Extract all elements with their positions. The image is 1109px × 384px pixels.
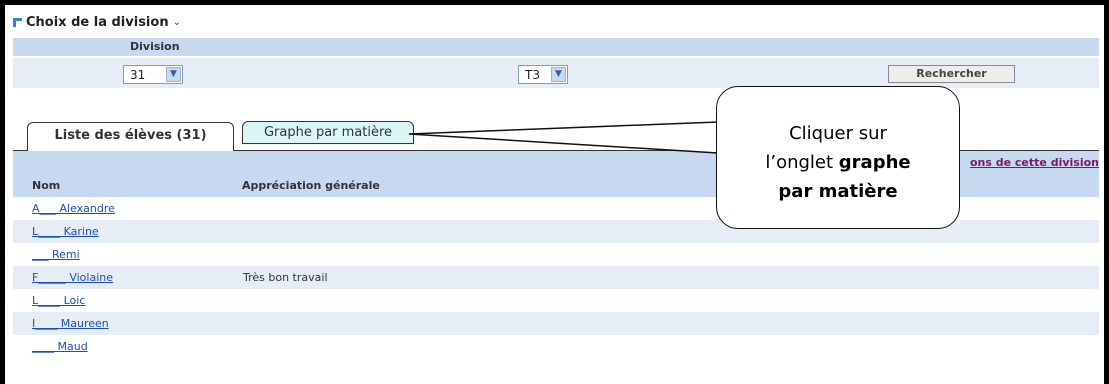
instruction-callout: Cliquer sur l’onglet graphe par matière xyxy=(716,86,960,229)
callout-line3-bold: par matière xyxy=(778,181,898,202)
callout-line3: par matière xyxy=(717,177,959,206)
callout-line2-text: l’onglet xyxy=(765,152,839,173)
callout-line2: l’onglet graphe xyxy=(717,148,959,177)
callout-text: Cliquer sur l’onglet graphe par matière xyxy=(717,119,959,206)
callout-line1: Cliquer sur xyxy=(789,123,887,144)
division-panel: Choix de la division ⌄ Division 31 ▼ T3 … xyxy=(5,5,1104,384)
callout-line2-bold: graphe xyxy=(838,152,911,173)
